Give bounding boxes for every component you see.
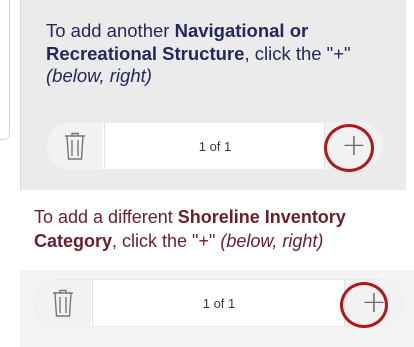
pager-divider	[92, 280, 93, 326]
instruction-italic-text: (below, right)	[46, 65, 152, 86]
trash-icon	[65, 132, 85, 160]
instruction-text: To add another	[46, 20, 175, 41]
outer-instruction-text: To add a different Shoreline Inventory C…	[34, 205, 404, 253]
instruction-text: , click the "+"	[112, 231, 221, 251]
plus-icon: +	[341, 128, 367, 163]
instruction-italic-text: (below, right)	[220, 231, 324, 251]
previous-panel-edge	[0, 0, 10, 140]
category-count-label: 1 of 1	[202, 295, 236, 311]
plus-icon: +	[361, 285, 387, 320]
outer-category-pager: 1 of 1 +	[34, 279, 404, 327]
delete-category-button[interactable]	[35, 280, 91, 326]
inner-instruction-text: To add another Navigational or Recreatio…	[46, 20, 386, 88]
record-count-label: 1 of 1	[198, 138, 232, 154]
trash-icon	[53, 289, 73, 317]
inner-record-pager: 1 of 1 +	[46, 122, 384, 170]
pager-divider	[104, 123, 105, 169]
add-record-button[interactable]: +	[325, 123, 383, 169]
add-category-button[interactable]: +	[345, 280, 403, 326]
instruction-text: To add a different	[34, 207, 178, 227]
instruction-text: , click the "+"	[244, 42, 351, 64]
delete-record-button[interactable]	[47, 123, 103, 169]
